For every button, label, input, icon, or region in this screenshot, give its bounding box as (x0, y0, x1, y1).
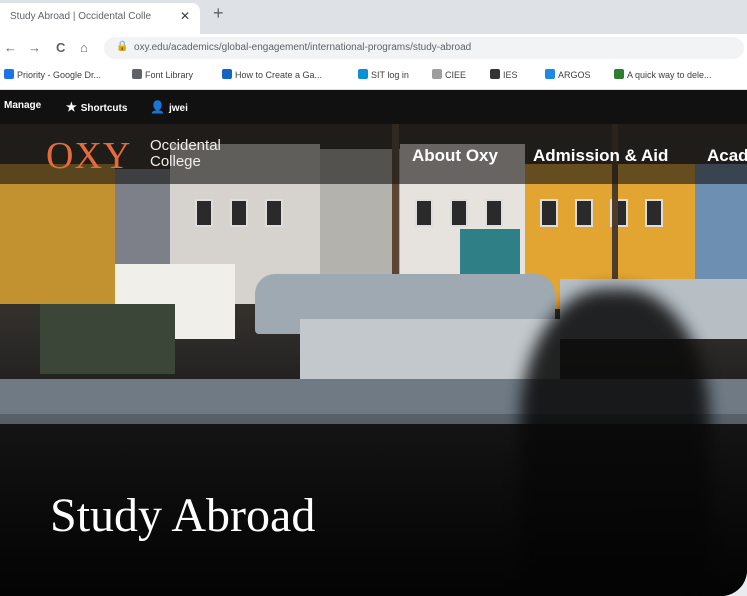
bookmark-icon (132, 69, 142, 79)
bookmark-label: Font Library (145, 70, 194, 80)
boat-cover (40, 304, 175, 374)
college-wordmark[interactable]: Occidental College (150, 138, 260, 170)
building (0, 164, 115, 304)
bookmark-label: How to Create a Ga... (235, 70, 323, 80)
window (575, 199, 593, 227)
browser-window: Study Abroad | Occidental Colle ✕ + ← → … (0, 0, 747, 596)
bookmark-item[interactable]: IES (490, 69, 518, 80)
boat-cover (300, 319, 560, 379)
bookmark-item[interactable]: Priority - Google Dr... (4, 69, 101, 80)
window (265, 199, 283, 227)
hero-banner: OXY Occidental College About Oxy Admissi… (0, 124, 747, 596)
window (415, 199, 433, 227)
page-title: Study Abroad (50, 489, 316, 542)
address-bar[interactable]: 🔒 oxy.edu/academics/global-engagement/in… (104, 37, 744, 59)
manage-label: Manage (4, 100, 42, 111)
bookmark-item[interactable]: ARGOS (545, 69, 591, 80)
browser-toolbar: ← → C ⌂ 🔒 oxy.edu/academics/global-engag… (0, 34, 747, 62)
bookmark-label: SIT log in (371, 70, 409, 80)
storefront (460, 229, 520, 274)
tab-strip: Study Abroad | Occidental Colle ✕ + (0, 0, 747, 34)
bookmark-label: IES (503, 70, 518, 80)
bookmarks-bar: Priority - Google Dr... Font Library How… (0, 62, 747, 90)
new-tab-button[interactable]: + (213, 3, 224, 24)
window (230, 199, 248, 227)
site-header: OXY Occidental College About Oxy Admissi… (0, 124, 747, 184)
wordmark-line-1: Occidental (150, 137, 221, 154)
nav-about-oxy[interactable]: About Oxy (412, 146, 498, 166)
bookmark-icon (614, 69, 624, 79)
window (195, 199, 213, 227)
bookmark-icon (432, 69, 442, 79)
window (485, 199, 503, 227)
user-icon: 👤 (150, 100, 165, 114)
bookmark-label: A quick way to dele... (627, 70, 712, 80)
cms-admin-bar: Manage ★ Shortcuts 👤 jwei (0, 90, 747, 124)
shortcuts-label: Shortcuts (80, 103, 128, 114)
close-tab-icon[interactable]: ✕ (180, 9, 190, 23)
bookmark-item[interactable]: How to Create a Ga... (222, 69, 322, 80)
bookmark-icon (545, 69, 555, 79)
bookmark-item[interactable]: SIT log in (358, 69, 409, 80)
home-icon[interactable]: ⌂ (80, 40, 88, 55)
manage-link[interactable]: Manage (4, 100, 41, 111)
bookmark-icon (222, 69, 232, 79)
shortcuts-link[interactable]: ★ Shortcuts (66, 100, 127, 114)
window (645, 199, 663, 227)
wordmark-line-2: College (150, 153, 201, 170)
bookmark-icon (4, 69, 14, 79)
bookmark-label: ARGOS (558, 70, 591, 80)
bookmark-label: Priority - Google Dr... (17, 70, 102, 80)
reload-icon[interactable]: C (56, 40, 65, 55)
bookmark-icon (490, 69, 500, 79)
bookmark-icon (358, 69, 368, 79)
active-tab[interactable]: Study Abroad | Occidental Colle ✕ (0, 3, 200, 34)
tab-title: Study Abroad | Occidental Colle (10, 11, 152, 22)
user-label: jwei (168, 103, 188, 114)
nav-academics[interactable]: Acad (707, 146, 747, 166)
nav-admission-aid[interactable]: Admission & Aid (533, 146, 668, 166)
bookmark-item[interactable]: CIEE (432, 69, 466, 80)
window (540, 199, 558, 227)
bookmark-item[interactable]: Font Library (132, 69, 193, 80)
user-link[interactable]: 👤 jwei (150, 100, 188, 114)
back-icon[interactable]: ← (4, 40, 17, 55)
url-text[interactable]: oxy.edu/academics/global-engagement/inte… (134, 42, 471, 53)
oxy-logo[interactable]: OXY (46, 134, 131, 178)
window (450, 199, 468, 227)
bookmark-label: CIEE (445, 70, 467, 80)
bookmark-item[interactable]: A quick way to dele... (614, 69, 712, 80)
star-icon: ★ (66, 100, 77, 114)
lock-icon: 🔒 (116, 41, 129, 52)
forward-icon[interactable]: → (28, 40, 41, 55)
